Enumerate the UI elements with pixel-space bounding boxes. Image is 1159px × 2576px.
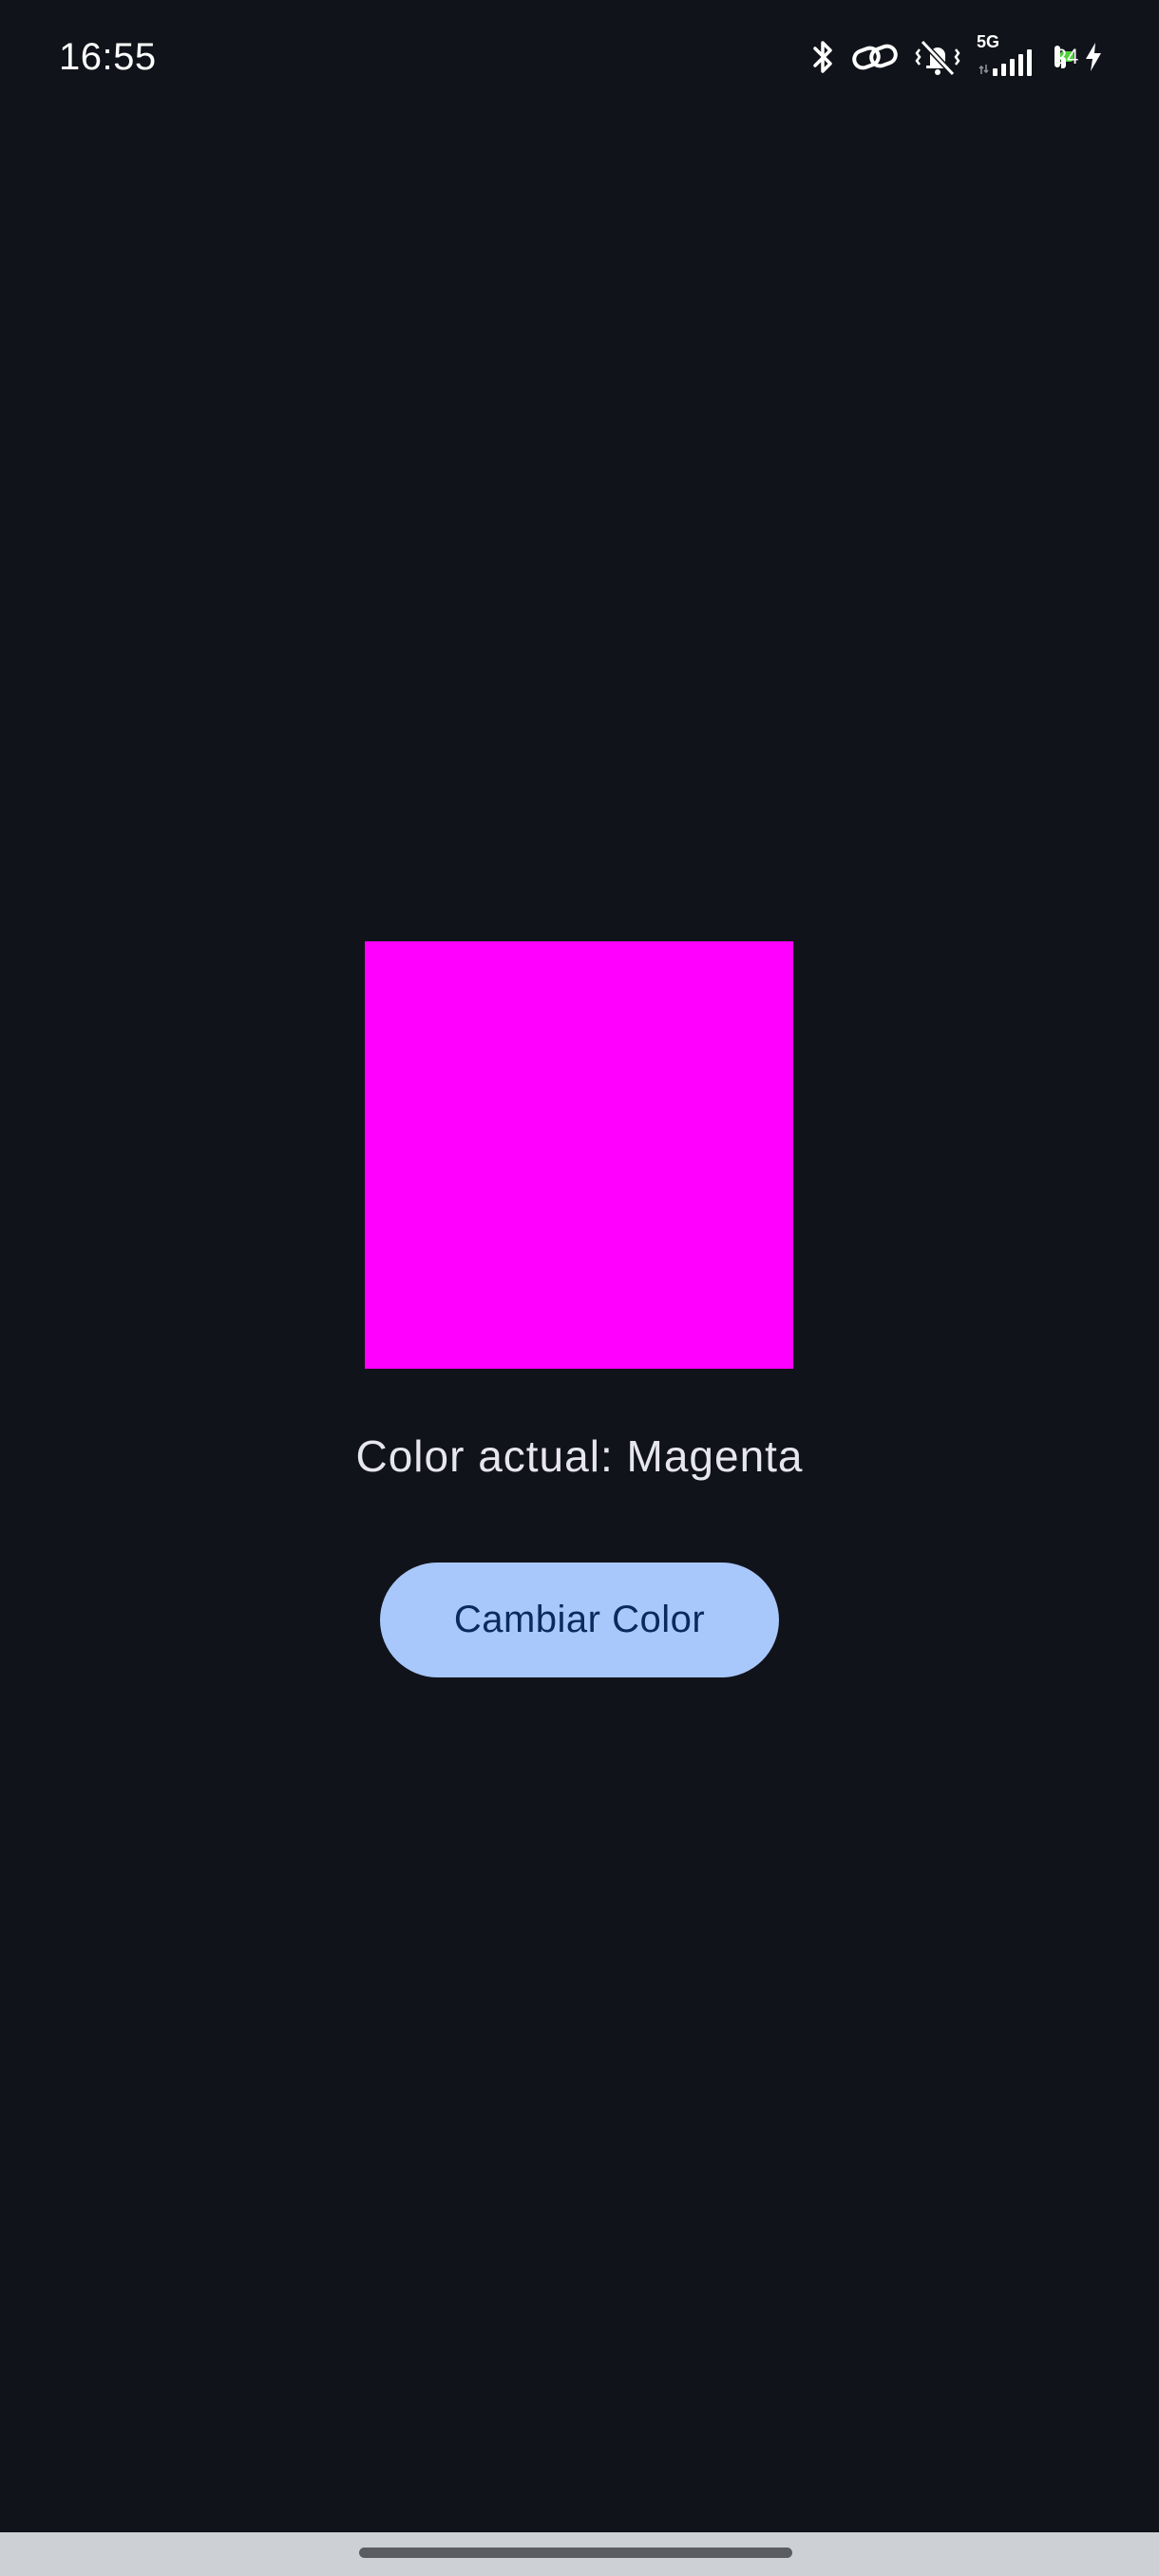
battery-icon: 24 (1054, 45, 1078, 68)
status-bar: 16:55 5G (0, 0, 1159, 114)
signal-5g-icon: 5G (977, 32, 1039, 78)
status-time: 16:55 (59, 36, 157, 78)
bluetooth-icon (811, 38, 836, 76)
change-color-button[interactable]: Cambiar Color (380, 1563, 779, 1677)
app-screen: 16:55 5G Color actual: Magenta Cambiar C… (0, 0, 1159, 2576)
color-preview-square (365, 941, 793, 1369)
status-icons: 5G 24 (811, 28, 1104, 85)
vibrate-mute-icon (914, 36, 961, 78)
home-gesture-handle[interactable] (359, 2548, 792, 2558)
navigation-bar (0, 2532, 1159, 2576)
current-color-label: Color actual: Magenta (355, 1431, 804, 1481)
charging-bolt-icon (1083, 41, 1104, 73)
link-icon (851, 38, 899, 76)
